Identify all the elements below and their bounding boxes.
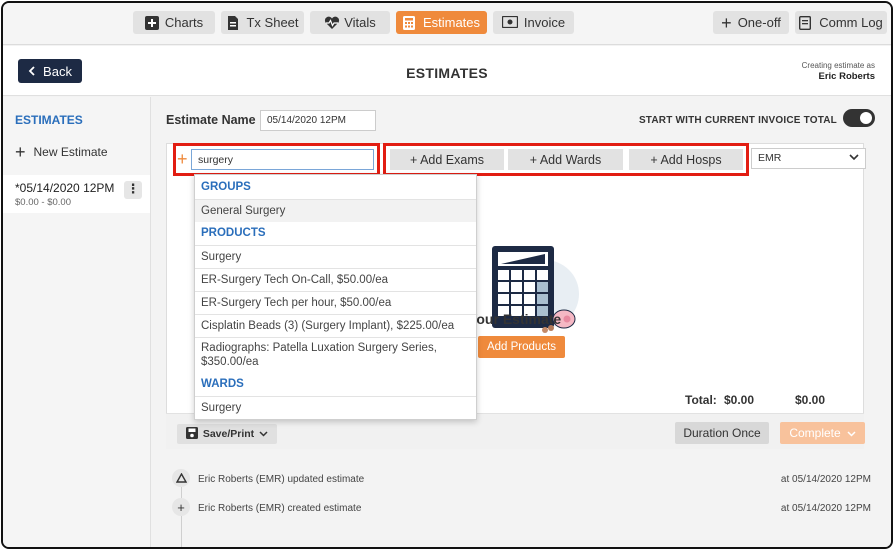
tab-label: Estimates (422, 15, 481, 30)
one-off-label: One-off (737, 15, 781, 30)
document-icon (226, 15, 240, 30)
plus-icon: + (172, 498, 190, 516)
estimate-name-input[interactable] (260, 110, 376, 131)
search-input[interactable] (191, 149, 374, 170)
calculator-icon (402, 15, 417, 30)
app-window: Charts Tx Sheet Vitals Estimates Invoice (1, 1, 893, 549)
add-exams-button[interactable]: + Add Exams (390, 149, 504, 170)
activity-time: at 05/14/2020 12PM (780, 503, 871, 514)
tab-invoice[interactable]: Invoice (493, 11, 574, 34)
list-item[interactable]: ER-Surgery Tech per hour, $50.00/ea (195, 291, 476, 314)
list-item[interactable]: Radiographs: Patella Luxation Surgery Se… (195, 337, 476, 372)
activity-time: at 05/14/2020 12PM (780, 474, 871, 485)
triangle-icon (172, 469, 190, 487)
new-estimate-label: New Estimate (33, 145, 108, 159)
add-hosps-button[interactable]: + Add Hosps (629, 149, 743, 170)
tab-label: Invoice (523, 15, 566, 30)
provider-select[interactable]: EMR (751, 148, 866, 169)
creating-as: Creating estimate as Eric Roberts (802, 60, 875, 82)
comm-log-label: Comm Log (819, 15, 883, 30)
add-products-button[interactable]: Add Products (478, 336, 565, 358)
tab-label: Tx Sheet (246, 15, 299, 30)
save-print-label: Save/Print (202, 428, 255, 440)
save-icon (185, 426, 198, 442)
wards-header: WARDS (201, 378, 244, 390)
complete-button[interactable]: Complete (780, 422, 865, 444)
list-item[interactable]: Surgery (195, 245, 476, 268)
search-results-dropdown: GROUPS General Surgery PRODUCTS Surgery … (194, 174, 477, 420)
tab-tx-sheet[interactable]: Tx Sheet (221, 11, 304, 34)
list-item[interactable]: ER-Surgery Tech On-Call, $50.00/ea (195, 268, 476, 291)
estimates-sidebar: ESTIMATES + New Estimate *05/14/2020 12P… (3, 97, 151, 547)
list-item[interactable]: Cisplatin Beads (3) (Surgery Implant), $… (195, 314, 476, 337)
chevron-down-icon (849, 152, 859, 164)
estimate-range: $0.00 - $0.00 (15, 197, 71, 208)
document-icon (799, 15, 813, 30)
sidebar-item-estimate[interactable]: *05/14/2020 12PM $0.00 - $0.00 ⋮ (3, 175, 150, 213)
chevron-down-icon (847, 426, 856, 440)
tab-charts[interactable]: Charts (133, 11, 215, 34)
comm-log-button[interactable]: Comm Log (795, 11, 887, 34)
add-wards-button[interactable]: + Add Wards (508, 149, 623, 170)
money-icon (501, 15, 519, 30)
groups-header: GROUPS (201, 181, 251, 193)
list-item[interactable]: General Surgery (195, 199, 476, 222)
estimate-name: *05/14/2020 12PM (15, 181, 115, 195)
total-high-value: $0.00 (795, 393, 826, 407)
products-header: PRODUCTS (201, 227, 266, 239)
more-vertical-icon[interactable]: ⋮ (124, 181, 142, 199)
activity-text: Eric Roberts (EMR) updated estimate (198, 474, 365, 485)
tab-label: Vitals (344, 15, 376, 30)
new-estimate-button[interactable]: + New Estimate (15, 142, 108, 162)
chevron-down-icon (259, 428, 268, 440)
plus-icon: + (721, 12, 732, 33)
page-header: Back ESTIMATES Creating estimate as Eric… (3, 46, 891, 96)
page-title: ESTIMATES (406, 65, 488, 81)
save-print-button[interactable]: Save/Print (177, 424, 277, 444)
total-low-value: $0.00 (724, 393, 755, 407)
plus-square-icon (144, 15, 159, 30)
calculator-illustration (487, 244, 587, 344)
start-total-label: START WITH CURRENT INVOICE TOTAL (638, 115, 837, 126)
tab-label: Charts (164, 15, 204, 30)
activity-text: Eric Roberts (EMR) created estimate (198, 503, 362, 514)
creating-as-label: Creating estimate as (801, 61, 875, 70)
one-off-button[interactable]: + One-off (713, 11, 789, 34)
top-nav: Charts Tx Sheet Vitals Estimates Invoice (3, 3, 891, 45)
complete-label: Complete (789, 426, 841, 440)
duration-once-button[interactable]: Duration Once (675, 422, 769, 444)
tab-estimates[interactable]: Estimates (396, 11, 487, 34)
total-label: Total: (685, 393, 717, 407)
list-item[interactable]: Surgery (195, 396, 476, 419)
estimate-name-label: Estimate Name (166, 113, 256, 127)
plus-icon: + (177, 149, 188, 169)
provider-select-value: EMR (758, 152, 782, 164)
heart-pulse-icon (324, 16, 340, 30)
start-total-toggle[interactable] (843, 109, 875, 127)
plus-icon: + (15, 142, 26, 162)
sidebar-title: ESTIMATES (15, 113, 83, 127)
creating-as-user: Eric Roberts (818, 71, 876, 82)
tab-vitals[interactable]: Vitals (310, 11, 390, 34)
